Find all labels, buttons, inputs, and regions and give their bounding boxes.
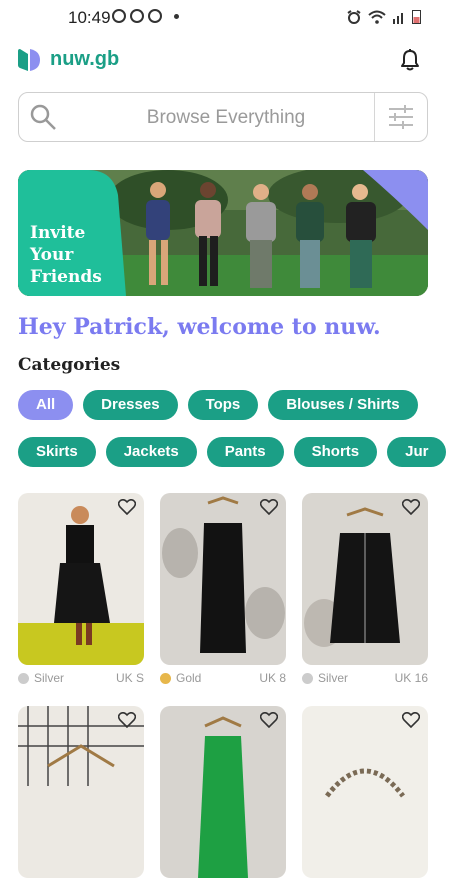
heart-icon[interactable]: [402, 499, 420, 515]
product-meta: Silver UK S: [18, 671, 144, 685]
category-chip-blouses-shirts[interactable]: Blouses / Shirts: [268, 390, 418, 420]
filter-button[interactable]: [374, 93, 427, 141]
invite-friends-banner[interactable]: Invite Your Friends: [18, 170, 428, 296]
product-meta: Silver UK 16: [302, 671, 428, 685]
product-size: UK S: [115, 671, 144, 685]
app-notification-icon: [130, 9, 144, 23]
product-size: UK 8: [259, 671, 286, 685]
product-size: UK 16: [394, 671, 428, 685]
tier-label: Gold: [176, 671, 202, 685]
alarm-icon: [347, 9, 361, 24]
product-meta: Gold UK 8: [160, 671, 286, 685]
product-image: [302, 493, 428, 665]
category-chip-tops[interactable]: Tops: [187, 390, 259, 420]
product-card[interactable]: [160, 706, 286, 878]
product-image: [302, 706, 428, 878]
category-chip-pants[interactable]: Pants: [206, 437, 284, 467]
banner-line-2: Your: [30, 245, 74, 265]
product-card[interactable]: [18, 706, 144, 878]
product-tier: Silver: [18, 671, 64, 685]
heart-icon[interactable]: [118, 712, 136, 728]
banner-line-1: Invite: [30, 223, 86, 243]
bell-icon[interactable]: [399, 48, 421, 72]
signal-icon: [393, 12, 403, 24]
nuw-logo-icon: [18, 48, 40, 71]
heart-icon[interactable]: [260, 499, 278, 515]
app-logo[interactable]: nuw.gb: [18, 48, 119, 71]
wifi-icon: [368, 10, 386, 24]
search-bar[interactable]: [18, 92, 428, 142]
product-card[interactable]: Silver UK S: [18, 493, 144, 685]
category-chip-dresses[interactable]: Dresses: [83, 390, 178, 420]
category-chip-shorts[interactable]: Shorts: [293, 437, 378, 467]
product-image: [18, 493, 144, 665]
app-header: nuw.gb: [0, 40, 451, 80]
filter-sliders-icon: [389, 105, 413, 129]
heart-icon[interactable]: [118, 499, 136, 515]
categories-heading: Categories: [18, 355, 121, 375]
category-chip-jumpsuits[interactable]: Jur: [387, 437, 447, 467]
tier-dot: [18, 672, 29, 684]
product-image: [160, 493, 286, 665]
search-input[interactable]: [79, 103, 373, 133]
category-chip-skirts[interactable]: Skirts: [18, 437, 96, 467]
tier-label: Silver: [34, 671, 65, 685]
category-chip-jackets[interactable]: Jackets: [105, 437, 197, 467]
categories-row-2: Skirts Jackets Pants Shorts Jur: [18, 437, 451, 467]
product-tier: Gold: [160, 671, 201, 685]
banner-line-3: Friends: [30, 267, 102, 287]
product-image: [18, 706, 144, 878]
categories-row-1: All Dresses Tops Blouses / Shirts: [18, 390, 418, 420]
status-time: 10:49: [68, 8, 111, 27]
product-card[interactable]: Gold UK 8: [160, 493, 286, 685]
status-bar: 10:49: [0, 0, 451, 36]
heart-icon[interactable]: [260, 712, 278, 728]
product-image: [160, 706, 286, 878]
product-tier: Silver: [302, 671, 348, 685]
tier-dot: [160, 672, 171, 684]
tier-dot: [302, 672, 313, 684]
app-name: nuw.gb: [50, 48, 120, 70]
banner-text: Invite Your Friends: [30, 222, 102, 288]
app-notification-icon: [112, 9, 126, 23]
battery-icon: [412, 10, 421, 24]
more-notifications-icon: [174, 13, 179, 19]
product-card[interactable]: [302, 706, 428, 878]
search-icon: [30, 104, 56, 130]
heart-icon[interactable]: [402, 712, 420, 728]
system-icons: [346, 9, 421, 24]
app-notification-icon: [148, 9, 162, 23]
category-chip-all[interactable]: All: [18, 390, 74, 420]
tier-label: Silver: [318, 671, 349, 685]
product-card[interactable]: Silver UK 16: [302, 493, 428, 685]
notification-icons: [112, 9, 179, 23]
welcome-heading: Hey Patrick, welcome to nuw.: [18, 314, 381, 340]
